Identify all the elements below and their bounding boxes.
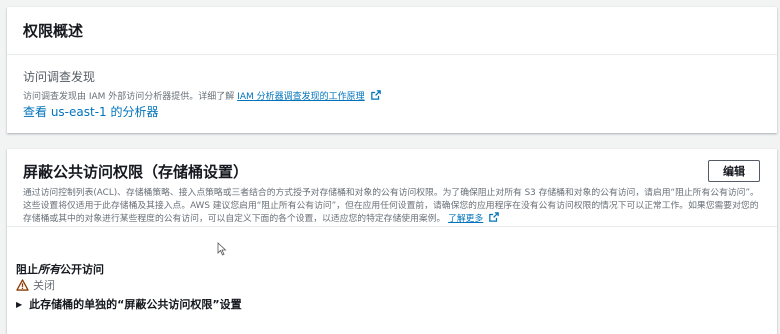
block-label-suffix: 公开访问: [60, 263, 104, 276]
block-all-public-access-label: 阻止所有公开访问: [16, 261, 104, 277]
access-analyzer-description-text: 访问调查发现由 IAM 外部访问分析器提供。详细了解: [23, 92, 238, 102]
iam-analyzer-learn-link[interactable]: IAM 分析器调查发现的工作原理: [237, 92, 364, 102]
warning-icon: [16, 279, 29, 291]
view-analyzer-link[interactable]: 查看 us-east-1 的分析器: [23, 103, 158, 120]
block-label-prefix: 阻止: [16, 263, 38, 276]
caret-right-icon[interactable]: ▶: [16, 300, 22, 309]
external-link-icon[interactable]: [489, 212, 499, 222]
block-public-access-header: 屏蔽公共访问权限（存储桶设置） 编辑 通过访问控制列表(ACL)、存储桶策略、接…: [7, 149, 777, 227]
permissions-overview-header: 权限概述: [7, 7, 777, 55]
block-public-access-title: 屏蔽公共访问权限（存储桶设置）: [23, 163, 249, 181]
status-text: 关闭: [33, 279, 55, 292]
external-link-icon[interactable]: [370, 90, 381, 100]
permissions-overview-panel: 权限概述 访问调查发现 访问调查发现由 IAM 外部访问分析器提供。详细了解 I…: [7, 7, 777, 133]
learn-more-link[interactable]: 了解更多: [448, 214, 483, 224]
block-public-access-description-text: 通过访问控制列表(ACL)、存储桶策略、接入点策略或三者结合的方式授予对存储桶和…: [23, 188, 759, 224]
access-analyzer-description: 访问调查发现由 IAM 外部访问分析器提供。详细了解 IAM 分析器调查发现的工…: [23, 89, 381, 102]
individual-settings-expander[interactable]: ▶ 此存储桶的单独的“屏蔽公共访问权限”设置: [16, 296, 242, 312]
expander-label: 此存储桶的单独的“屏蔽公共访问权限”设置: [29, 298, 242, 311]
access-analyzer-label: 访问调查发现: [23, 70, 96, 84]
block-status: 关闭: [16, 277, 55, 293]
block-public-access-description: 通过访问控制列表(ACL)、存储桶策略、接入点策略或三者结合的方式授予对存储桶和…: [23, 187, 765, 226]
edit-button[interactable]: 编辑: [708, 160, 760, 182]
block-label-italic: 所有: [38, 263, 60, 276]
mouse-cursor-icon: [217, 242, 227, 256]
permissions-overview-title: 权限概述: [23, 22, 84, 40]
